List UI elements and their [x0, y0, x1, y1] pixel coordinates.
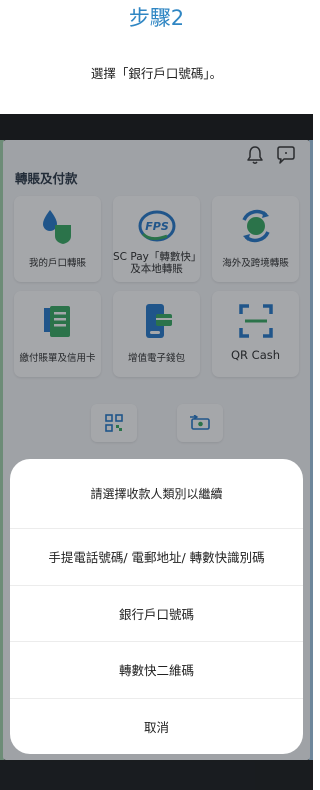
payee-type-sheet: 請選擇收款人類別以繼續 手提電話號碼/ 電郵地址/ 轉數快識別碼 銀行戶口號碼 …	[10, 459, 303, 754]
option-bank-account-number[interactable]: 銀行戶口號碼	[10, 586, 303, 642]
phone-screenshot: 轉賬及付款 我的戶口轉賬 FPS SC Pay「轉數快」 及本地轉賬 海外及跨境…	[0, 114, 313, 790]
tutorial-page: 步驟2 選擇「銀行戶口號碼」。 轉賬及付款 我的戶口轉賬 FPS SC Pay「…	[0, 0, 313, 790]
sheet-header: 請選擇收款人類別以繼續	[10, 459, 303, 529]
option-fps-qr-code[interactable]: 轉數快二維碼	[10, 642, 303, 699]
step-title: 步驟2	[128, 6, 185, 30]
cancel-button[interactable]: 取消	[10, 699, 303, 755]
instruction-text: 選擇「銀行戶口號碼」。	[90, 66, 223, 81]
option-mobile-email-fps-id[interactable]: 手提電話號碼/ 電郵地址/ 轉數快識別碼	[10, 529, 303, 586]
